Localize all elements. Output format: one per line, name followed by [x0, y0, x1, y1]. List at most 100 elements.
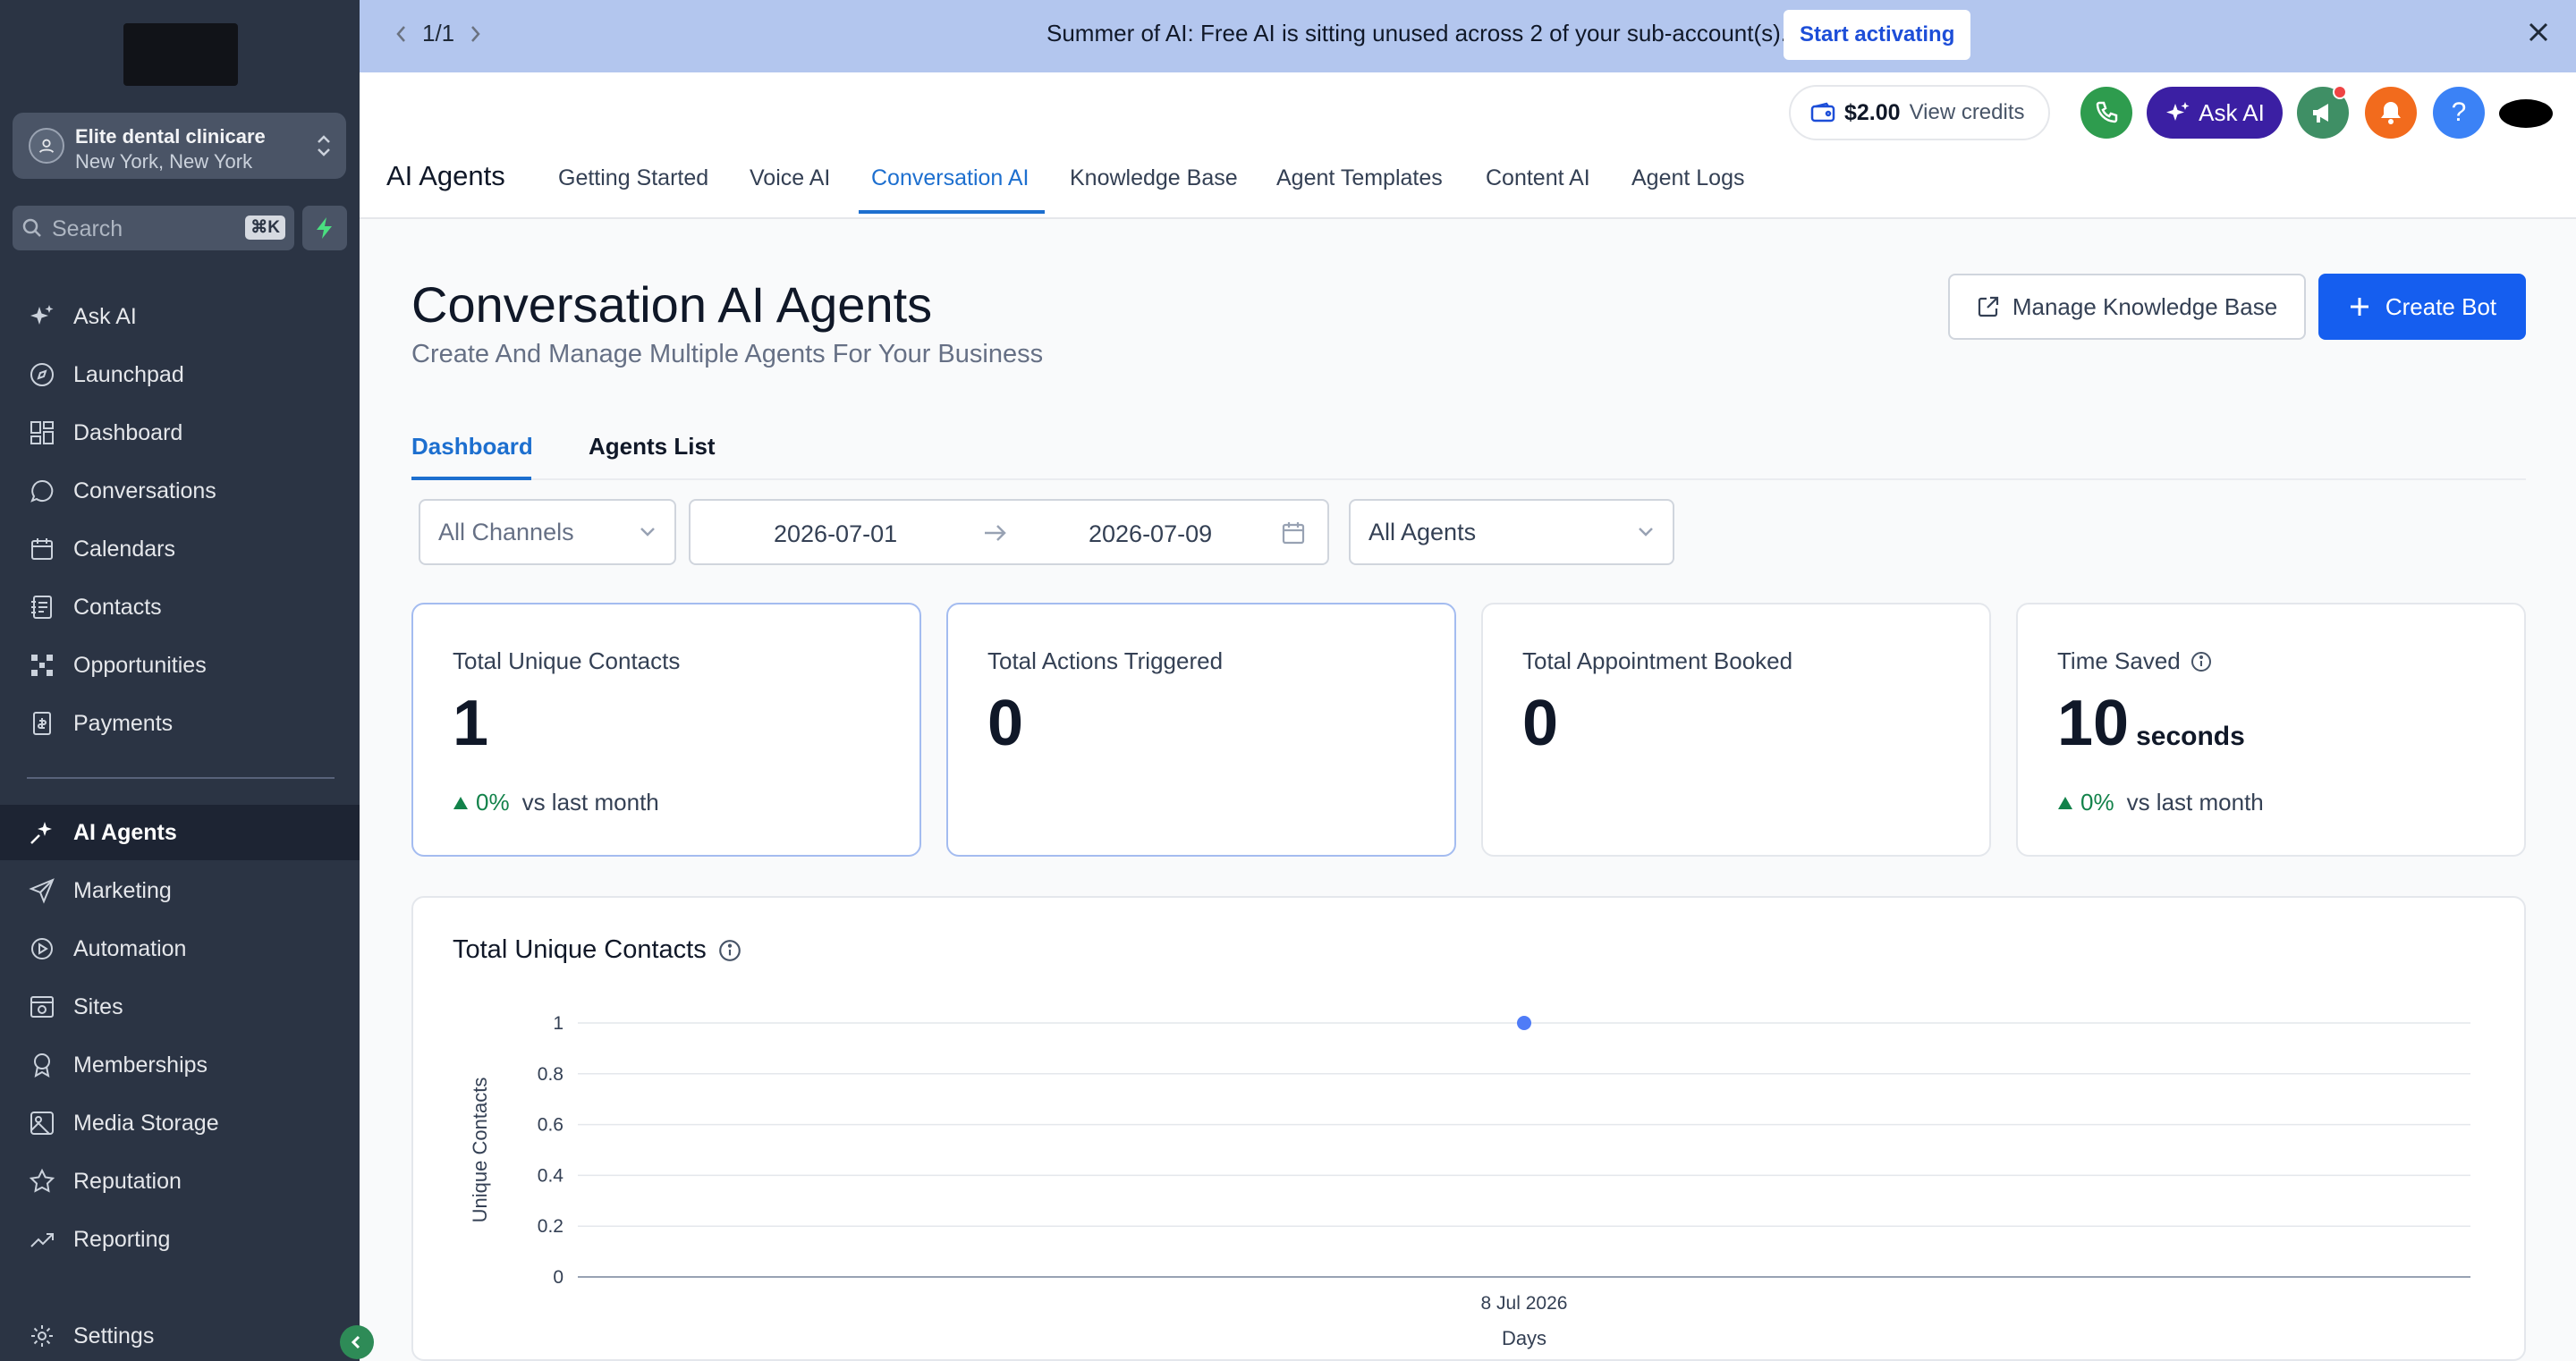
manage-knowledge-base-button[interactable]: Manage Knowledge Base — [1948, 274, 2306, 340]
calendar-icon — [27, 534, 57, 564]
sidebar-item-label: Conversations — [73, 478, 216, 503]
user-avatar[interactable] — [2499, 99, 2553, 128]
y-tick-label: 0.6 — [538, 1115, 564, 1136]
search-shortcut: ⌘K — [245, 216, 285, 240]
phone-icon — [2096, 101, 2118, 123]
sidebar-item-label: Payments — [73, 710, 174, 736]
sidebar-divider — [27, 777, 335, 779]
phone-button[interactable] — [2080, 87, 2132, 139]
sidebar-item-opportunities[interactable]: Opportunities — [0, 638, 360, 693]
chevron-left-icon — [351, 1335, 360, 1349]
search-placeholder: Search — [52, 216, 123, 241]
kpi-trend-label: vs last month — [521, 789, 659, 816]
tab-getting-started[interactable]: Getting Started — [558, 165, 708, 191]
sidebar-item-calendars[interactable]: Calendars — [0, 521, 360, 577]
notifications-button[interactable] — [2365, 87, 2417, 139]
x-tick-label: 8 Jul 2026 — [1481, 1293, 1568, 1314]
credits-pill[interactable]: $2.00 View credits — [1789, 85, 2050, 140]
close-icon[interactable] — [2526, 20, 2551, 49]
company-logo[interactable] — [123, 23, 238, 86]
info-icon[interactable] — [2190, 650, 2213, 673]
y-tick-label: 0.8 — [538, 1064, 564, 1085]
sidebar-item-ai-agents[interactable]: AI Agents — [0, 805, 360, 860]
sidebar-search[interactable]: Search ⌘K — [13, 206, 294, 250]
star-icon — [27, 1166, 57, 1196]
gear-icon — [27, 1321, 57, 1351]
view-credits-link[interactable]: View credits — [1910, 100, 2025, 125]
rocket-icon — [27, 359, 57, 390]
sidebar-collapse-button[interactable] — [340, 1325, 374, 1359]
tab-agent-templates[interactable]: Agent Templates — [1276, 165, 1443, 191]
date-from[interactable]: 2026-07-01 — [774, 520, 897, 548]
sidebar-item-settings[interactable]: Settings — [0, 1308, 360, 1361]
badge-icon — [27, 1050, 57, 1080]
sidebar-item-label: AI Agents — [73, 819, 177, 845]
sidebar-item-label: Settings — [73, 1323, 155, 1348]
sidebar-item-reputation[interactable]: Reputation — [0, 1154, 360, 1209]
sidebar-item-payments[interactable]: Payments — [0, 696, 360, 751]
active-tab-indicator — [859, 210, 1045, 214]
agents-select-value: All Agents — [1368, 518, 1477, 545]
sparkle-icon — [2166, 102, 2190, 121]
tab-conversation-ai[interactable]: Conversation AI — [871, 165, 1030, 191]
data-point — [1517, 1016, 1531, 1030]
date-to[interactable]: 2026-07-09 — [1089, 520, 1212, 548]
sidebar-item-marketing[interactable]: Marketing — [0, 863, 360, 918]
promo-banner: 1/1 Summer of AI: Free AI is sitting unu… — [360, 0, 2576, 72]
subtab-dashboard[interactable]: Dashboard — [411, 433, 533, 461]
kpi-trend-value: 0% — [2080, 789, 2114, 816]
chevron-left-icon[interactable] — [394, 24, 410, 44]
chevron-right-icon[interactable] — [467, 24, 483, 44]
account-location: New York, New York — [75, 150, 253, 173]
account-switcher[interactable]: Elite dental clinicare New York, New Yor… — [13, 113, 346, 179]
tab-knowledge-base[interactable]: Knowledge Base — [1070, 165, 1238, 191]
sidebar-item-reporting[interactable]: Reporting — [0, 1212, 360, 1267]
megaphone-icon — [2313, 104, 2328, 123]
sidebar-item-contacts[interactable]: Contacts — [0, 579, 360, 635]
agents-select[interactable]: All Agents — [1349, 499, 1674, 565]
start-activating-button[interactable]: Start activating — [1784, 10, 1971, 60]
location-icon — [29, 128, 64, 164]
tab-voice-ai[interactable]: Voice AI — [750, 165, 830, 191]
kpi-card-unique-contacts[interactable]: Total Unique Contacts 1 0% vs last month — [411, 603, 921, 857]
create-bot-button[interactable]: Create Bot — [2318, 274, 2526, 340]
plus-icon — [2350, 298, 2368, 316]
subtab-agents-list[interactable]: Agents List — [589, 433, 716, 461]
channels-select[interactable]: All Channels — [419, 499, 676, 565]
kpi-card-time-saved[interactable]: Time Saved 10 seconds 0% vs last month — [2016, 603, 2526, 857]
sidebar: Elite dental clinicare New York, New Yor… — [0, 0, 374, 1361]
y-tick-label: 0.4 — [538, 1165, 564, 1186]
sidebar-item-label: Media Storage — [73, 1110, 219, 1136]
external-link-icon — [1978, 296, 1998, 317]
help-button[interactable]: ? — [2433, 87, 2485, 139]
kpi-value: 0 — [987, 688, 1024, 759]
sidebar-item-sites[interactable]: Sites — [0, 979, 360, 1035]
sidebar-item-media-storage[interactable]: Media Storage — [0, 1095, 360, 1151]
sites-icon — [27, 992, 57, 1022]
account-name: Elite dental clinicare — [75, 125, 266, 148]
kpi-value: 10 seconds — [2057, 687, 2245, 760]
date-range-picker[interactable]: 2026-07-01 2026-07-09 — [689, 499, 1329, 565]
quick-action-button[interactable] — [302, 206, 347, 250]
sidebar-item-memberships[interactable]: Memberships — [0, 1037, 360, 1093]
kpi-card-actions-triggered[interactable]: Total Actions Triggered 0 — [946, 603, 1456, 857]
sidebar-item-ask-ai[interactable]: Ask AI — [0, 289, 360, 344]
grid-icon — [27, 418, 57, 448]
sidebar-item-dashboard[interactable]: Dashboard — [0, 405, 360, 461]
manage-knowledge-base-label: Manage Knowledge Base — [2012, 292, 2278, 320]
kpi-label: Total Actions Triggered — [987, 647, 1224, 674]
ask-ai-button[interactable]: Ask AI — [2147, 87, 2283, 139]
sidebar-item-automation[interactable]: Automation — [0, 921, 360, 976]
send-icon — [27, 875, 57, 906]
sidebar-item-launchpad[interactable]: Launchpad — [0, 347, 360, 402]
automation-icon — [27, 934, 57, 964]
sparkle-icon — [27, 301, 57, 332]
banner-pager-text: 1/1 — [422, 20, 455, 46]
tab-content-ai[interactable]: Content AI — [1486, 165, 1590, 191]
sidebar-item-conversations[interactable]: Conversations — [0, 463, 360, 519]
calendar-icon — [1282, 522, 1305, 545]
ask-ai-label: Ask AI — [2199, 98, 2265, 126]
tab-agent-logs[interactable]: Agent Logs — [1631, 165, 1745, 191]
kpi-card-appointments-booked[interactable]: Total Appointment Booked 0 — [1481, 603, 1991, 857]
unique-contacts-chart: 0 0.2 0.4 0.6 0.8 1 8 Jul 2026 Days Unique Conta… — [469, 1013, 2470, 1349]
